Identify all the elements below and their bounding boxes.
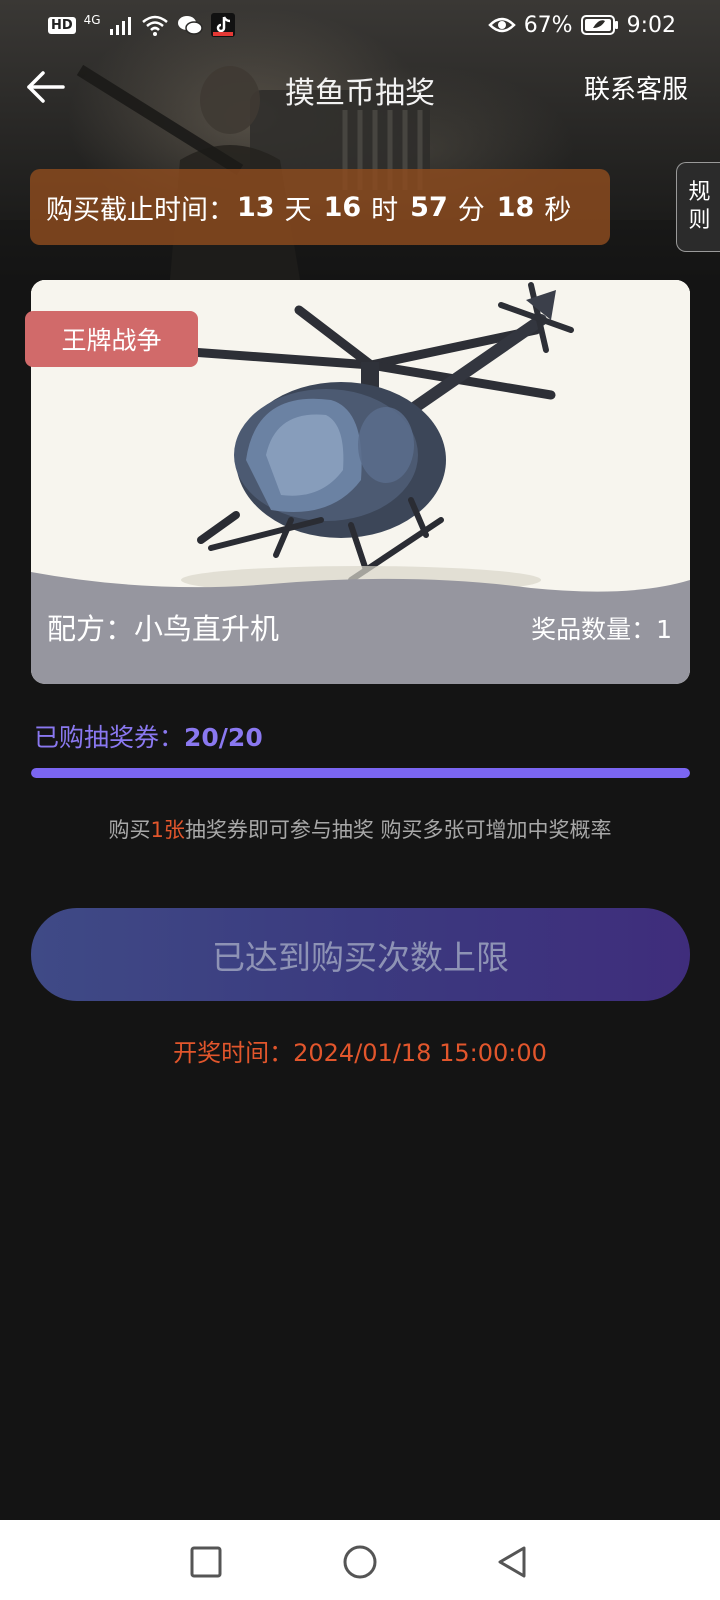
eye-icon [487, 17, 516, 33]
recent-apps-button[interactable] [186, 1542, 226, 1582]
battery-percent: 67% [523, 12, 573, 38]
prize-recipe-name: 配方：小鸟直升机 [47, 612, 280, 646]
status-bar: HD 4G 67% 9:02 [0, 0, 720, 50]
home-button[interactable] [340, 1542, 380, 1582]
system-back-button[interactable] [492, 1542, 532, 1582]
deadline-minutes: 57 [410, 191, 448, 223]
tiktok-icon [210, 13, 235, 37]
deadline-seconds-unit: 秒 [544, 194, 572, 226]
purchase-hint: 购买1张抽奖券即可参与抽奖 购买多张可增加中奖概率 [0, 814, 720, 844]
purchased-tickets-label: 已购抽奖券： [34, 723, 185, 752]
tickets-progress-fill [31, 768, 690, 778]
navigation-bar: 摸鱼币抽奖 联系客服 [0, 50, 720, 124]
deadline-days: 13 [237, 191, 275, 223]
network-type: 4G [83, 13, 101, 27]
deadline-days-unit: 天 [284, 194, 312, 226]
deadline-label: 购买截止时间： [46, 194, 235, 226]
rules-tab[interactable]: 规 则 [676, 162, 720, 252]
wechat-icon [177, 16, 203, 35]
deadline-hours: 16 [323, 191, 362, 223]
tickets-progress-bar [31, 768, 690, 778]
deadline-seconds: 18 [496, 191, 535, 223]
signal-icon [109, 17, 131, 35]
hd-indicator: HD [48, 16, 76, 34]
purchased-tickets-count: 20/20 [184, 723, 263, 752]
clock-time: 9:02 [626, 12, 676, 38]
buy-ticket-button[interactable]: 已达到购买次数上限 [31, 908, 690, 1001]
hint-part-1: 购买 [108, 818, 151, 842]
rules-tab-char-2: 则 [688, 208, 711, 233]
app-screen: HD 4G 67% 9:02 摸鱼币抽奖 联系客服 购买截止时间： 13 天 1… [0, 0, 720, 1600]
prize-quantity: 奖品数量：1 [531, 615, 672, 644]
battery-icon [580, 15, 618, 35]
contact-service-link[interactable]: 联系客服 [584, 69, 688, 106]
purchased-tickets: 已购抽奖券：20/20 [34, 718, 263, 754]
rules-tab-char-1: 规 [688, 180, 711, 205]
system-navigation-bar [0, 1520, 720, 1600]
deadline-minutes-unit: 分 [457, 194, 485, 226]
circle-icon [343, 1545, 377, 1579]
draw-time: 开奖时间：2024/01/18 15:00:00 [173, 1039, 547, 1067]
hint-part-2: 抽奖券即可参与抽奖 购买多张可增加中奖概率 [184, 818, 612, 842]
prize-info-bar: 配方：小鸟直升机 奖品数量：1 [31, 572, 690, 684]
deadline-hours-unit: 时 [371, 194, 399, 226]
square-icon [190, 1546, 222, 1578]
triangle-back-icon [498, 1546, 526, 1578]
game-tag-badge: 王牌战争 [25, 311, 198, 367]
purchase-deadline-banner: 购买截止时间： 13 天 16 时 57 分 18 秒 [30, 169, 610, 245]
hint-highlight: 1张 [150, 818, 185, 842]
wifi-icon [141, 15, 168, 36]
